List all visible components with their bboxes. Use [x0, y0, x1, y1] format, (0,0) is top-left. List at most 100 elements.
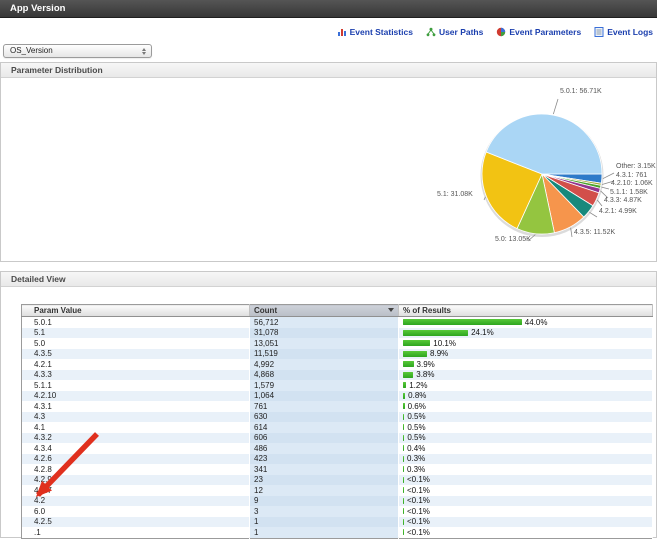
percent-cell: 44.0% [399, 317, 653, 328]
table-row[interactable]: 4.36300.5% [22, 412, 653, 423]
percent-bar [403, 435, 404, 441]
param-value-cell: 5.1 [22, 328, 250, 339]
pie-chart-area: Other: 3.15K4.3.1: 7614.2.10: 1.06K5.1.1… [1, 78, 656, 262]
param-value-cell: 4.2.6 [22, 454, 250, 465]
count-cell: 761 [250, 401, 399, 412]
count-cell: 56,712 [250, 317, 399, 328]
percent-label: 0.3% [407, 454, 425, 463]
table-row[interactable]: 4.2.14,992 3.9% [22, 359, 653, 370]
percent-cell: <0.1% [399, 527, 653, 538]
percent-cell: 0.5% [399, 422, 653, 433]
percent-label: 0.6% [408, 402, 426, 411]
table-row[interactable]: .11<0.1% [22, 527, 653, 538]
nav-event-statistics[interactable]: Event Statistics [337, 27, 413, 37]
column-header-param-value[interactable]: Param Value [22, 305, 250, 317]
column-header-percent[interactable]: % of Results [399, 305, 653, 317]
percent-label: 0.8% [408, 391, 426, 400]
table-row[interactable]: 4.2.51 <0.1% [22, 517, 653, 528]
percent-bar [403, 382, 406, 388]
count-cell: 630 [250, 412, 399, 423]
nav-label: Event Logs [607, 27, 653, 37]
percent-cell: <0.1% [399, 517, 653, 528]
pie-chart-icon [496, 27, 506, 37]
percent-label: 0.5% [407, 433, 425, 442]
percent-cell: 0.3% [399, 454, 653, 465]
table-row[interactable]: 4.2.712<0.1% [22, 485, 653, 496]
table-row[interactable]: 4.2.6423 0.3% [22, 454, 653, 465]
param-value-cell: 4.3.2 [22, 433, 250, 444]
percent-cell: 10.1% [399, 338, 653, 349]
nav-user-paths[interactable]: User Paths [426, 27, 483, 37]
percent-label: 1.2% [409, 381, 427, 390]
table-row[interactable]: 4.16140.5% [22, 422, 653, 433]
table-row[interactable]: 4.3.34,8683.8% [22, 370, 653, 381]
pie-slice-label: 4.3.3: 4.87K [604, 197, 642, 204]
param-value-cell: 4.2.10 [22, 391, 250, 402]
table-header-row: Param Value Count % of Results [22, 305, 653, 317]
table-row[interactable]: 5.013,05110.1% [22, 338, 653, 349]
nav-event-logs[interactable]: Event Logs [594, 27, 653, 37]
percent-cell: <0.1% [399, 475, 653, 486]
count-cell: 1,064 [250, 391, 399, 402]
table-row[interactable]: 4.2.923<0.1% [22, 475, 653, 486]
percent-bar [403, 498, 404, 504]
bar-chart-icon [337, 27, 347, 37]
param-value-cell: 4.2.8 [22, 464, 250, 475]
pie-slice-label: 5.1.1: 1.58K [610, 189, 648, 196]
table-row[interactable]: 5.131,07824.1% [22, 328, 653, 339]
count-cell: 486 [250, 443, 399, 454]
percent-bar [403, 456, 404, 462]
percent-bar [403, 330, 468, 336]
event-logs-icon [594, 27, 604, 37]
percent-label: <0.1% [407, 517, 430, 526]
table-row[interactable]: 4.29<0.1% [22, 496, 653, 507]
param-value-cell: 4.2.9 [22, 475, 250, 486]
percent-label: 8.9% [430, 349, 448, 358]
percent-label: 44.0% [525, 318, 548, 327]
percent-cell: 1.2% [399, 380, 653, 391]
user-paths-icon [426, 27, 436, 37]
count-cell: 1 [250, 517, 399, 528]
table-row[interactable]: 4.2.83410.3% [22, 464, 653, 475]
percent-label: 3.9% [417, 360, 435, 369]
param-value-cell: 6.0 [22, 506, 250, 517]
pie-slice-label: 5.0: 13.05K [495, 236, 531, 243]
table-row[interactable]: 4.3.511,5198.9% [22, 349, 653, 360]
percent-cell: <0.1% [399, 506, 653, 517]
table-row[interactable]: 5.1.11,5791.2% [22, 380, 653, 391]
table-row[interactable]: 4.3.2606 0.5% [22, 433, 653, 444]
param-value-cell: 4.3.1 [22, 401, 250, 412]
nav-event-parameters[interactable]: Event Parameters [496, 27, 581, 37]
param-select[interactable]: OS_Version [3, 44, 152, 58]
pie-chart [1, 78, 657, 263]
count-cell: 606 [250, 433, 399, 444]
percent-cell: 3.8% [399, 370, 653, 381]
count-cell: 423 [250, 454, 399, 465]
percent-label: <0.1% [407, 486, 430, 495]
column-header-count[interactable]: Count [250, 305, 399, 317]
percent-bar [403, 414, 404, 420]
count-cell: 23 [250, 475, 399, 486]
table-row[interactable]: 4.3.1761 0.6% [22, 401, 653, 412]
param-value-cell: 4.2.5 [22, 517, 250, 528]
percent-bar [403, 424, 404, 430]
percent-bar [403, 361, 414, 367]
percent-bar [403, 529, 404, 535]
count-cell: 4,992 [250, 359, 399, 370]
table-row[interactable]: 4.3.44860.4% [22, 443, 653, 454]
table-row[interactable]: 5.0.156,71244.0% [22, 317, 653, 328]
count-cell: 12 [250, 485, 399, 496]
parameter-distribution-header: Parameter Distribution [1, 63, 656, 78]
detailed-view-header: Detailed View [1, 272, 656, 287]
percent-cell: 0.5% [399, 412, 653, 423]
table-row[interactable]: 6.03<0.1% [22, 506, 653, 517]
table-row[interactable]: 4.2.101,064 0.8% [22, 391, 653, 402]
count-cell: 9 [250, 496, 399, 507]
percent-label: 0.5% [407, 423, 425, 432]
percent-cell: 0.6% [399, 401, 653, 412]
param-value-cell: 4.2.1 [22, 359, 250, 370]
count-cell: 13,051 [250, 338, 399, 349]
detailed-view-table: Param Value Count % of Results 5.0.156,7… [21, 304, 653, 539]
count-cell: 11,519 [250, 349, 399, 360]
count-cell: 1,579 [250, 380, 399, 391]
